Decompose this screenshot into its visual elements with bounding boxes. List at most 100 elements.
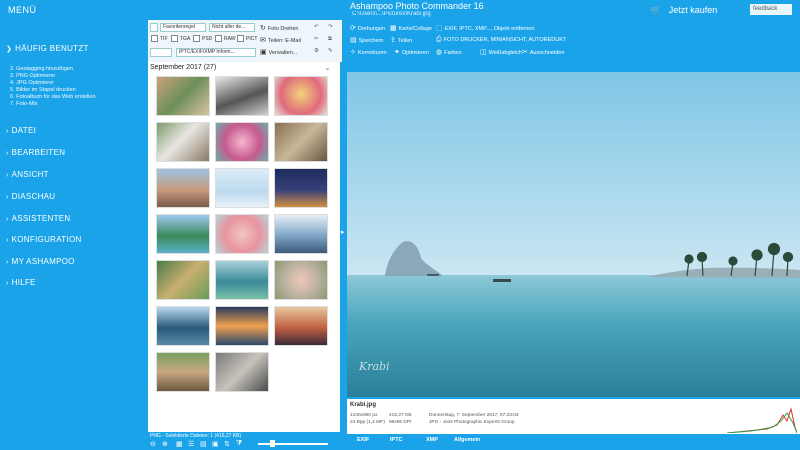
tab-iptc[interactable]: IPTC [390, 437, 403, 443]
share-icon: ⇪ [390, 37, 396, 44]
filter-icon[interactable]: ⧩ [236, 440, 242, 448]
file-info-panel: Krabi.jpg 1440x960 px 24 Bpp (1,4 MP) 41… [347, 399, 800, 434]
exif-iptc-button[interactable]: ⬚ EXIF, IPTC, XMP..., Objekt entfernen [436, 24, 534, 32]
settings-icon[interactable]: ⚙ [314, 48, 319, 54]
checkbox-raw[interactable]: RAW [215, 35, 235, 42]
sidebar-subitem[interactable]: 6. Fotoalbum für das Web erstellen [10, 94, 96, 100]
checkbox-tga[interactable]: TGA [171, 35, 190, 42]
sidebar-item-assistants[interactable]: › ASSISTENTEN [6, 214, 71, 223]
filter-select[interactable]: Nicht aller de... [209, 23, 255, 32]
share-email-button[interactable]: ✉ Teilen: E-Mail [260, 36, 301, 44]
wrench-icon[interactable]: ✎ [328, 48, 333, 54]
photo-thumbnail[interactable] [274, 306, 328, 346]
tiles-view-icon[interactable]: ▣ [212, 440, 219, 448]
crop-icon[interactable]: ✂ [314, 36, 319, 42]
sidebar-subitem[interactable]: 5. Bilder im Stapel drucken [10, 87, 76, 93]
search-scope[interactable] [150, 48, 172, 57]
share-button[interactable]: ⇪ Teilen [390, 36, 412, 44]
sidebar-item-file[interactable]: › DATEI [6, 126, 36, 135]
sidebar-subitem[interactable]: 2. Geotagging hinzufügen [10, 66, 73, 72]
tab-xmp[interactable]: XMP [426, 437, 438, 443]
photo-thumbnail[interactable] [274, 168, 328, 208]
grid-view-icon[interactable]: ▦ [176, 440, 183, 448]
feedback-field[interactable]: feedback [750, 4, 792, 15]
checkbox-pict[interactable]: PICT [237, 35, 257, 42]
sidebar-item-configuration[interactable]: › KONFIGURATION [6, 235, 82, 244]
photo-thumbnail[interactable] [274, 76, 328, 116]
balance-icon: ◫ [480, 49, 487, 56]
pane-splitter[interactable]: ▸ [340, 62, 347, 432]
photo-thumbnail[interactable] [215, 260, 269, 300]
histogram [727, 407, 797, 433]
optimize-button[interactable]: ✦ Optimieren [394, 48, 429, 56]
tab-general[interactable]: Allgemein [454, 437, 480, 443]
sidebar-item-help[interactable]: › HILFE [6, 278, 36, 287]
rotate-icon: ↻ [260, 25, 266, 32]
view-toggle[interactable] [150, 23, 158, 32]
sort-icon[interactable]: ⇅ [224, 440, 230, 448]
tab-exif[interactable]: EXIF [357, 437, 369, 443]
list-view-icon[interactable]: ☰ [188, 440, 194, 448]
thumbnail-size-slider[interactable] [258, 443, 328, 445]
white-balance-button[interactable]: ◫ Weißabgleich [480, 48, 522, 56]
photo-thumbnail[interactable] [156, 168, 210, 208]
details-view-icon[interactable]: ▤ [200, 440, 207, 448]
map-collage-button[interactable]: ▦ Karte/Collage [390, 24, 432, 32]
photo-thumbnail[interactable] [156, 214, 210, 254]
photo-thumbnail[interactable] [215, 306, 269, 346]
rotate-photo-button[interactable]: ↻ Foto Drehen [260, 24, 298, 32]
sidebar-item-view[interactable]: › ANSICHT [6, 170, 49, 179]
app-menu-button[interactable]: MENÜ [8, 5, 37, 15]
sidebar-item-edit[interactable]: › BEARBEITEN [6, 148, 65, 157]
photo-thumbnail[interactable] [215, 214, 269, 254]
undo-icon[interactable]: ↶ [314, 24, 319, 30]
folder-group-label[interactable]: September 2017 (27) [150, 64, 216, 71]
manage-button[interactable]: ▣ Verwalten... [260, 48, 297, 56]
save-button[interactable]: ▤ Speichern [350, 36, 383, 44]
photo-thumbnail[interactable] [156, 306, 210, 346]
sidebar-item-slideshow[interactable]: › DIASCHAU [6, 192, 55, 201]
corrections-button[interactable]: ✧ Korrekturen [350, 48, 387, 56]
slider-handle[interactable] [270, 440, 275, 447]
mail-icon: ✉ [260, 37, 266, 44]
photo-preview[interactable]: Krabi [347, 72, 800, 397]
chevron-down-icon[interactable]: ⌄ [324, 63, 331, 72]
chevron-right-icon: › [6, 172, 9, 179]
copy-icon[interactable]: ⧉ [328, 36, 332, 43]
sidebar-subitem[interactable]: 4. JPG Optimierer [10, 80, 54, 86]
photo-thumbnail[interactable] [274, 260, 328, 300]
rotations-button[interactable]: ⟳ Drehungen [350, 24, 385, 32]
photo-thumbnail[interactable] [156, 260, 210, 300]
photo-thumbnail[interactable] [274, 214, 328, 254]
colors-button[interactable]: ◍ Farben [436, 48, 462, 56]
photo-thumbnail[interactable] [215, 122, 269, 162]
chevron-down-icon: ❯ [6, 46, 13, 53]
sidebar-item-frequently-used[interactable]: ❯ HÄUFIG BENUTZT [6, 44, 89, 53]
zoom-in-icon[interactable]: ⊕ [162, 440, 168, 448]
sidebar-subitem[interactable]: 7. Foto-Mix [10, 101, 38, 107]
sidebar-item-my-ashampoo[interactable]: › MY ASHAMPOO [6, 257, 75, 266]
window-title: Ashampoo Photo Commander 16 [350, 1, 484, 11]
photo-thumbnail[interactable] [215, 168, 269, 208]
checkbox-tif[interactable]: TIF [151, 35, 168, 42]
photo-thumbnail[interactable] [215, 352, 269, 392]
bit-depth: 24 Bpp (1,4 MP) [350, 420, 385, 425]
chevron-right-icon: › [6, 150, 9, 157]
redo-icon[interactable]: ↷ [328, 24, 333, 30]
cut-out-button[interactable]: ✂ Ausschneiden [522, 48, 564, 56]
sort-select[interactable]: Favoritenregel [160, 23, 206, 32]
print-button[interactable]: ⎙ FOTO DRUCKEN, MINIANSICHT, AUTOREDUKT [436, 36, 566, 44]
metadata-tabs: EXIF IPTC XMP Allgemein [342, 434, 800, 450]
buy-now-link[interactable]: 🛒 Jetzt kaufen [650, 5, 717, 16]
photo-thumbnail[interactable] [156, 352, 210, 392]
photo-thumbnail[interactable] [156, 122, 210, 162]
photo-thumbnail[interactable] [215, 76, 269, 116]
metadata-search-input[interactable]: IPTC/EXIF/XMP Inform... [176, 48, 256, 57]
photo-thumbnail[interactable] [274, 122, 328, 162]
photo-thumbnail[interactable] [156, 76, 210, 116]
cart-icon: 🛒 [650, 5, 662, 15]
zoom-out-icon[interactable]: ⊖ [150, 440, 156, 448]
sidebar-subitem[interactable]: 3. PNG Optimierer [10, 73, 55, 79]
checkbox-psd[interactable]: PSD [193, 35, 212, 42]
collapse-arrow-icon[interactable]: ▸ [341, 228, 345, 236]
